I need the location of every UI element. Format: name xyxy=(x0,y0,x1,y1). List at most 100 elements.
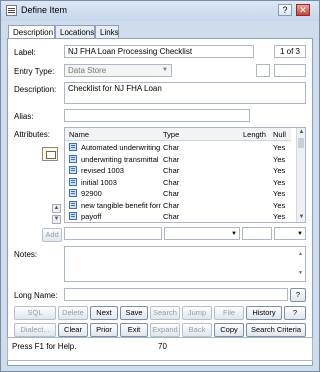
attribute-icon xyxy=(69,166,77,174)
close-button[interactable]: ✕ xyxy=(296,4,310,16)
record-counter: 1 of 3 xyxy=(274,45,306,58)
attr-type-select[interactable]: ▼ xyxy=(164,227,240,240)
col-null[interactable]: Null xyxy=(273,130,286,139)
long-name-field[interactable] xyxy=(64,288,288,301)
attr-null-cell: Yes xyxy=(273,154,286,164)
attr-name-cell: new tangible benefit form xyxy=(81,200,161,210)
help-button[interactable]: ? xyxy=(278,4,292,16)
notes-scroll-down-icon[interactable]: ▼ xyxy=(298,268,303,279)
attribute-editor-icon[interactable] xyxy=(42,147,58,161)
exit-button[interactable]: Exit xyxy=(120,323,148,337)
description-field[interactable]: Checklist for NJ FHA Loan xyxy=(64,82,306,104)
search-criteria-button[interactable]: Search Criteria xyxy=(246,323,306,337)
attr-length-input[interactable] xyxy=(242,227,272,240)
help-question-button[interactable]: ? xyxy=(284,306,306,320)
table-row[interactable]: Automated underwriting Char Yes xyxy=(65,142,291,153)
entry-type-box-b[interactable] xyxy=(274,64,306,77)
table-row[interactable]: initial 1003 Char Yes xyxy=(65,177,291,188)
expand-button[interactable]: Expand xyxy=(150,323,180,337)
attr-null-cell: Yes xyxy=(273,200,286,210)
description-panel: Label: NJ FHA Loan Processing Checklist … xyxy=(7,38,313,366)
attr-name-input[interactable] xyxy=(64,227,162,240)
attr-null-cell: Yes xyxy=(273,177,286,187)
table-row[interactable]: underwriting transmittal Char Yes xyxy=(65,154,291,165)
sql-button[interactable]: SQL xyxy=(14,306,56,320)
attribute-icon xyxy=(69,177,77,186)
attr-type-cell: Char xyxy=(163,177,180,187)
notes-scroll-up-icon[interactable]: ▲ xyxy=(298,249,303,260)
entry-type-value: Data Store xyxy=(68,66,107,75)
attr-type-cell: Char xyxy=(163,189,180,198)
table-row[interactable]: revised 1003 Char Yes xyxy=(65,165,291,176)
label-label: Label: xyxy=(14,48,36,57)
delete-button[interactable]: Delete xyxy=(58,306,88,320)
chevron-down-icon: ▼ xyxy=(231,231,237,237)
tab-links[interactable]: Links xyxy=(95,25,119,39)
app-icon xyxy=(6,5,17,16)
attr-name-cell: Automated underwriting xyxy=(81,143,161,152)
grid-scrollbar[interactable]: ▲ ▼ xyxy=(296,128,305,222)
prior-button[interactable]: Prior xyxy=(90,323,118,337)
attribute-icon xyxy=(69,154,77,163)
attr-name-cell: initial 1003 xyxy=(81,177,117,187)
notes-field[interactable]: ▲ ▼ xyxy=(64,246,306,282)
attr-name-cell: revised 1003 xyxy=(81,166,124,175)
attr-null-cell: Yes xyxy=(273,143,286,152)
scroll-thumb[interactable] xyxy=(298,138,304,148)
col-type[interactable]: Type xyxy=(163,130,179,139)
dialect-button[interactable]: Dialect... xyxy=(14,323,56,337)
attribute-icon xyxy=(69,212,77,220)
chevron-down-icon: ▼ xyxy=(162,67,168,73)
attributes-label: Attributes: xyxy=(14,130,51,139)
attr-type-cell: Char xyxy=(163,166,180,175)
col-name[interactable]: Name xyxy=(69,130,89,139)
entry-type-select[interactable]: Data Store ▼ xyxy=(64,64,172,77)
notes-label: Notes: xyxy=(14,250,38,259)
long-name-label: Long Name: xyxy=(14,291,58,300)
file-button[interactable]: File xyxy=(214,306,244,320)
attributes-grid: Name Type Length Null Automated underwri… xyxy=(64,127,306,223)
save-button[interactable]: Save xyxy=(120,306,148,320)
scroll-down-icon[interactable]: ▼ xyxy=(298,214,305,221)
status-text: Press F1 for Help. xyxy=(12,342,77,351)
attr-name-cell: payoff xyxy=(81,212,102,221)
copy-button[interactable]: Copy xyxy=(214,323,244,337)
attr-type-cell: Char xyxy=(163,200,180,210)
scroll-up-icon[interactable]: ▲ xyxy=(298,129,305,136)
attr-name-cell: 92900 xyxy=(81,189,102,198)
jump-button[interactable]: Jump xyxy=(182,306,212,320)
label-field[interactable]: NJ FHA Loan Processing Checklist xyxy=(64,45,254,58)
define-item-window: Define Item ? ✕ Description Locations Li… xyxy=(0,0,320,372)
attribute-icon xyxy=(69,143,77,151)
clear-button[interactable]: Clear xyxy=(58,323,88,337)
search-button[interactable]: Search xyxy=(150,306,180,320)
table-row[interactable]: new tangible benefit form Char Yes xyxy=(65,200,291,211)
chevron-down-icon: ▼ xyxy=(297,231,303,237)
status-bar: Press F1 for Help. 70 xyxy=(7,337,313,361)
back-button[interactable]: Back xyxy=(182,323,212,337)
status-count: 70 xyxy=(158,342,167,351)
attr-null-select[interactable]: ▼ xyxy=(274,227,306,240)
table-row[interactable]: payoff Char Yes xyxy=(65,211,291,222)
attr-null-cell: Yes xyxy=(273,189,286,198)
entry-type-label: Entry Type: xyxy=(14,67,55,76)
window-title: Define Item xyxy=(21,5,68,15)
history-button[interactable]: History xyxy=(246,306,282,320)
entry-type-box-a[interactable] xyxy=(256,64,270,77)
alias-field[interactable] xyxy=(64,109,250,122)
long-name-help-button[interactable]: ? xyxy=(290,288,306,302)
table-row[interactable]: 92900 Char Yes xyxy=(65,188,291,199)
add-button[interactable]: Add xyxy=(42,228,62,242)
alias-label: Alias: xyxy=(14,112,34,121)
attr-type-cell: Char xyxy=(163,154,180,164)
description-label: Description: xyxy=(14,85,57,94)
move-down-icon[interactable]: ▼ xyxy=(52,215,61,224)
attr-null-cell: Yes xyxy=(273,212,286,221)
attr-name-cell: underwriting transmittal xyxy=(81,154,159,164)
attribute-icon xyxy=(69,189,77,197)
col-length[interactable]: Length xyxy=(243,130,266,139)
move-up-icon[interactable]: ▲ xyxy=(52,204,61,213)
next-button[interactable]: Next xyxy=(90,306,118,320)
tab-locations[interactable]: Locations xyxy=(55,25,95,39)
attr-type-cell: Char xyxy=(163,143,180,152)
